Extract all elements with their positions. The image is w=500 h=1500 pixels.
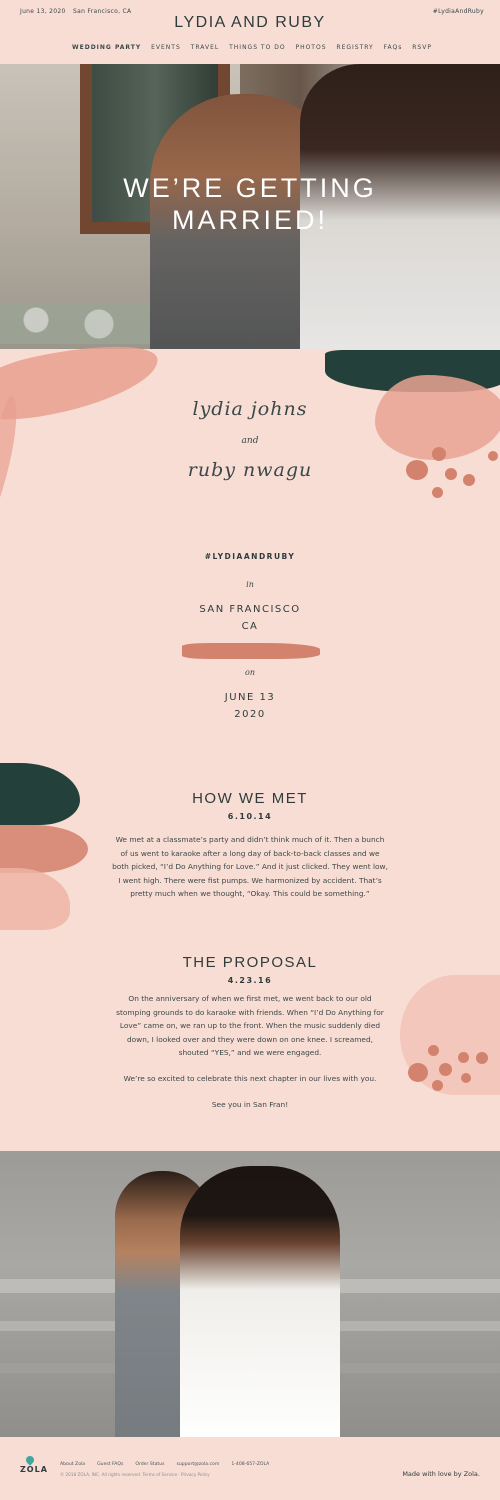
nav-photos[interactable]: PHOTOS [295,44,326,51]
brush-dot [408,1063,428,1082]
name-second: ruby nwagu [187,459,313,481]
nav-things-to-do[interactable]: THINGS TO DO [229,44,285,51]
hero-title: WE’RE GETTING MARRIED! [0,172,500,236]
details-date: JUNE 13 [224,692,276,703]
brush-dot [432,1080,443,1091]
name-and: and [241,436,259,446]
details-on: on [245,668,255,677]
brush-dot [458,1052,469,1063]
footer-link-support-email[interactable]: support@zola.com [177,1462,220,1467]
photo-person-right [180,1166,340,1437]
brush-dot [439,1063,452,1076]
details-state: CA [241,621,259,632]
how-we-met-date: 6.10.14 [227,812,273,821]
footer-link-about[interactable]: About Zola [60,1462,85,1467]
details-year: 2020 [234,709,266,720]
proposal-text: On the anniversary of when we first met,… [116,994,384,1058]
zola-logo[interactable]: ZOLA [20,1465,48,1474]
how-we-met-text: We met at a classmate’s party and didn’t… [112,835,388,899]
brush-dot [428,1045,439,1056]
footer-copyright: © 2018 ZOLA, INC. All rights reserved. T… [60,1472,210,1477]
wedding-hashtag: #LYDIAANDRUBY [204,552,296,561]
brush-dot [432,487,443,498]
main-nav: WEDDING PARTY EVENTS TRAVEL THINGS TO DO… [72,44,432,51]
brush-stroke-divider [182,643,320,659]
footer-link-phone[interactable]: 1-408-657-ZOLA [231,1462,269,1467]
proposal-closing-1: We’re so excited to celebrate this next … [123,1074,377,1083]
proposal-title: THE PROPOSAL [182,954,318,971]
nav-faqs[interactable]: FAQs [384,44,403,51]
footer-link-order-status[interactable]: Order Status [135,1462,164,1467]
nav-registry[interactable]: REGISTRY [336,44,373,51]
nav-wedding-party[interactable]: WEDDING PARTY [72,44,141,51]
brush-dot [476,1052,488,1064]
hero-title-line2: MARRIED! [171,205,328,235]
details-city: SAN FRANCISCO [199,604,301,615]
nav-events[interactable]: EVENTS [151,44,181,51]
brush-stroke-pink-left-mid [0,868,70,930]
footer-links: About Zola Guest FAQs Order Status suppo… [60,1462,269,1467]
zola-logo-icon [24,1454,36,1466]
name-first: lydia johns [192,398,308,420]
brush-dot [461,1073,471,1083]
how-we-met-title: HOW WE MET [192,790,308,807]
hero-title-line1: WE’RE GETTING [123,173,377,203]
footer-made-with: Made with love by Zola. [402,1470,480,1478]
site-title[interactable]: LYDIA AND RUBY [0,14,500,32]
nav-travel[interactable]: TRAVEL [191,44,220,51]
nav-rsvp[interactable]: RSVP [412,44,432,51]
proposal-closing-2: See you in San Fran! [211,1100,289,1109]
site-footer: ZOLA About Zola Guest FAQs Order Status … [0,1437,500,1500]
brush-stroke-salmon-left-mid [0,825,88,873]
site-header: June 13, 2020 San Francisco, CA #LydiaAn… [0,0,500,64]
couple-photo [0,1151,500,1437]
footer-link-guest-faqs[interactable]: Guest FAQs [97,1462,123,1467]
details-in: in [246,580,254,589]
hero-photo: WE’RE GETTING MARRIED! [0,64,500,349]
